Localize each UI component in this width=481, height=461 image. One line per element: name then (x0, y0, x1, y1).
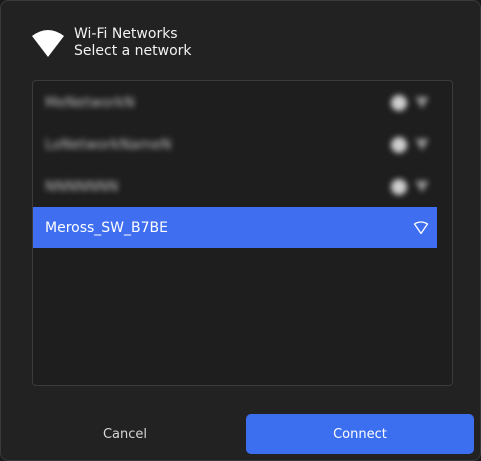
wifi-icon (32, 30, 64, 57)
network-ssid-redacted: NNNNNNN (45, 178, 119, 195)
network-status-icons (391, 82, 429, 123)
header-titles: Wi-Fi Networks Select a network (74, 26, 192, 60)
wifi-signal-icon (415, 180, 429, 193)
lock-icon (391, 94, 407, 111)
network-ssid-redacted: LoNetworkNameN (45, 136, 172, 153)
network-row[interactable]: LoNetworkNameN (33, 124, 437, 165)
network-row[interactable]: MeNetworkN (33, 82, 437, 123)
network-list[interactable]: MeNetworkN LoNetworkNameN NNNNNNN Meross… (32, 80, 453, 386)
wifi-signal-icon (415, 96, 429, 109)
network-status-icons (413, 207, 429, 248)
network-ssid-redacted: MeNetworkN (45, 94, 135, 111)
cancel-button[interactable]: Cancel (9, 414, 241, 454)
dialog-subtitle: Select a network (74, 43, 192, 59)
network-status-icons (391, 124, 429, 165)
wifi-signal-icon (415, 138, 429, 151)
lock-icon (391, 136, 407, 153)
dialog-title: Wi-Fi Networks (74, 26, 178, 42)
network-row[interactable]: NNNNNNN (33, 166, 437, 207)
wifi-signal-icon (413, 220, 429, 234)
dialog-header: Wi-Fi Networks Select a network (31, 26, 192, 60)
network-row-selected[interactable]: Meross_SW_B7BE (33, 207, 437, 248)
connect-button[interactable]: Connect (246, 414, 474, 454)
network-status-icons (391, 166, 429, 207)
lock-icon (391, 178, 407, 195)
wifi-dialog: Wi-Fi Networks Select a network MeNetwor… (0, 0, 481, 461)
network-ssid: Meross_SW_B7BE (45, 219, 168, 236)
